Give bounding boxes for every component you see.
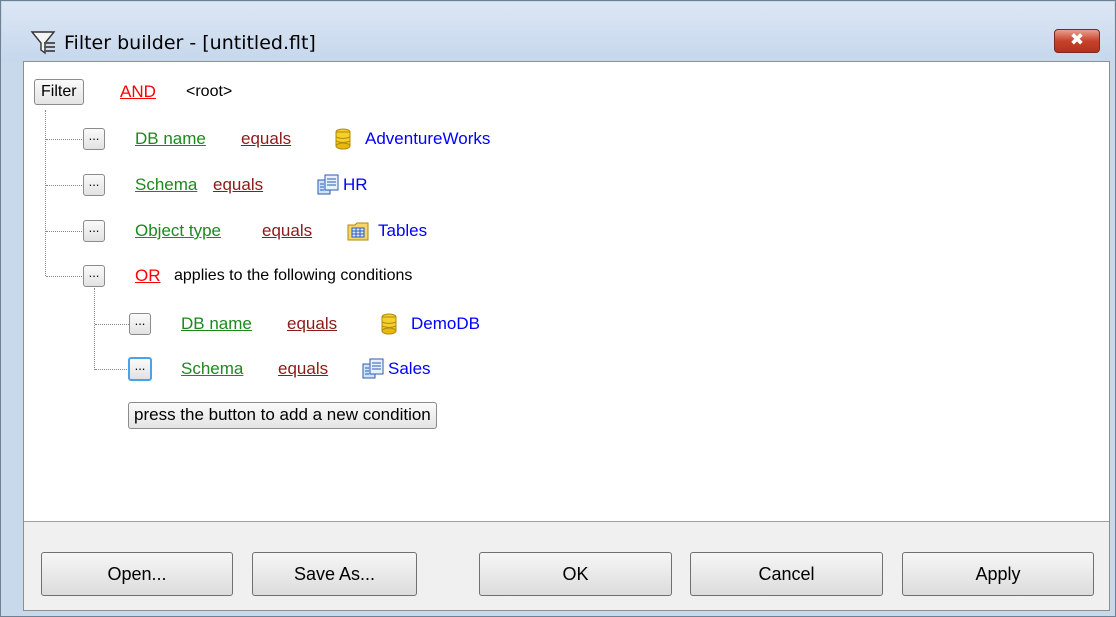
close-button[interactable]: ✖ — [1054, 29, 1100, 53]
condition-operator[interactable]: equals — [287, 313, 337, 335]
add-condition-button[interactable]: press the button to add a new condition — [128, 402, 437, 429]
condition-field[interactable]: DB name — [181, 313, 252, 335]
condition-operator[interactable]: equals — [278, 358, 328, 380]
root-label: <root> — [186, 83, 233, 100]
condition-value[interactable]: DemoDB — [411, 313, 480, 335]
condition-field[interactable]: Schema — [135, 174, 197, 196]
group-label: applies to the following conditions — [174, 267, 413, 284]
schema-icon — [317, 174, 339, 195]
condition-value[interactable]: AdventureWorks — [365, 128, 490, 150]
filter-tree: Filter AND <root> ... DB name equals Adv… — [24, 62, 1109, 522]
open-button-label: Open... — [107, 564, 167, 584]
filter-builder-window: Filter builder - [untitled.flt] ✖ Filter… — [0, 0, 1116, 617]
filter-root-button[interactable]: Filter — [34, 79, 84, 105]
save-as-button-label: Save As... — [293, 564, 376, 584]
condition-value[interactable]: Tables — [378, 220, 427, 242]
condition-row: ... Object type equals Tables — [24, 218, 1104, 244]
database-icon — [335, 128, 351, 150]
apply-button[interactable]: Apply — [902, 552, 1094, 596]
condition-menu-button[interactable]: ... — [83, 220, 105, 242]
close-icon: ✖ — [1069, 30, 1085, 50]
condition-operator[interactable]: equals — [241, 128, 291, 150]
ok-button[interactable]: OK — [479, 552, 672, 596]
save-as-button[interactable]: Save As... — [252, 552, 417, 596]
cancel-button-label: Cancel — [758, 564, 815, 584]
condition-field[interactable]: Object type — [135, 220, 221, 242]
schema-icon — [362, 358, 384, 379]
condition-row: ... DB name equals AdventureWorks — [24, 126, 1104, 152]
dialog-client-area: Filter AND <root> ... DB name equals Adv… — [23, 61, 1110, 611]
group-operator-or[interactable]: OR — [135, 265, 161, 287]
condition-operator[interactable]: equals — [262, 220, 312, 242]
condition-operator[interactable]: equals — [213, 174, 263, 196]
condition-value[interactable]: HR — [343, 174, 368, 196]
group-menu-button[interactable]: ... — [83, 265, 105, 287]
window-title: Filter builder - [untitled.flt] — [64, 32, 316, 54]
title-bar[interactable]: Filter builder - [untitled.flt] ✖ — [2, 2, 1114, 62]
root-operator-and[interactable]: AND — [120, 81, 156, 103]
condition-row: ... Schema equals HR — [24, 172, 1104, 198]
condition-menu-button[interactable]: ... — [83, 128, 105, 150]
condition-field[interactable]: DB name — [135, 128, 206, 150]
database-icon — [381, 313, 397, 335]
condition-field[interactable]: Schema — [181, 358, 243, 380]
open-button[interactable]: Open... — [41, 552, 233, 596]
filter-funnel-icon — [30, 31, 56, 55]
condition-menu-button[interactable]: ... — [129, 313, 151, 335]
condition-value[interactable]: Sales — [388, 358, 431, 380]
group-row: ... OR applies to the following conditio… — [24, 263, 1104, 289]
ok-button-label: OK — [562, 564, 589, 584]
cancel-button[interactable]: Cancel — [690, 552, 883, 596]
apply-button-label: Apply — [975, 564, 1021, 584]
tables-icon — [347, 222, 369, 241]
condition-menu-button[interactable]: ... — [128, 357, 152, 381]
condition-menu-button[interactable]: ... — [83, 174, 105, 196]
condition-row: ... DB name equals DemoDB — [24, 311, 1104, 337]
condition-row: ... Schema equals Sales — [24, 356, 1104, 382]
